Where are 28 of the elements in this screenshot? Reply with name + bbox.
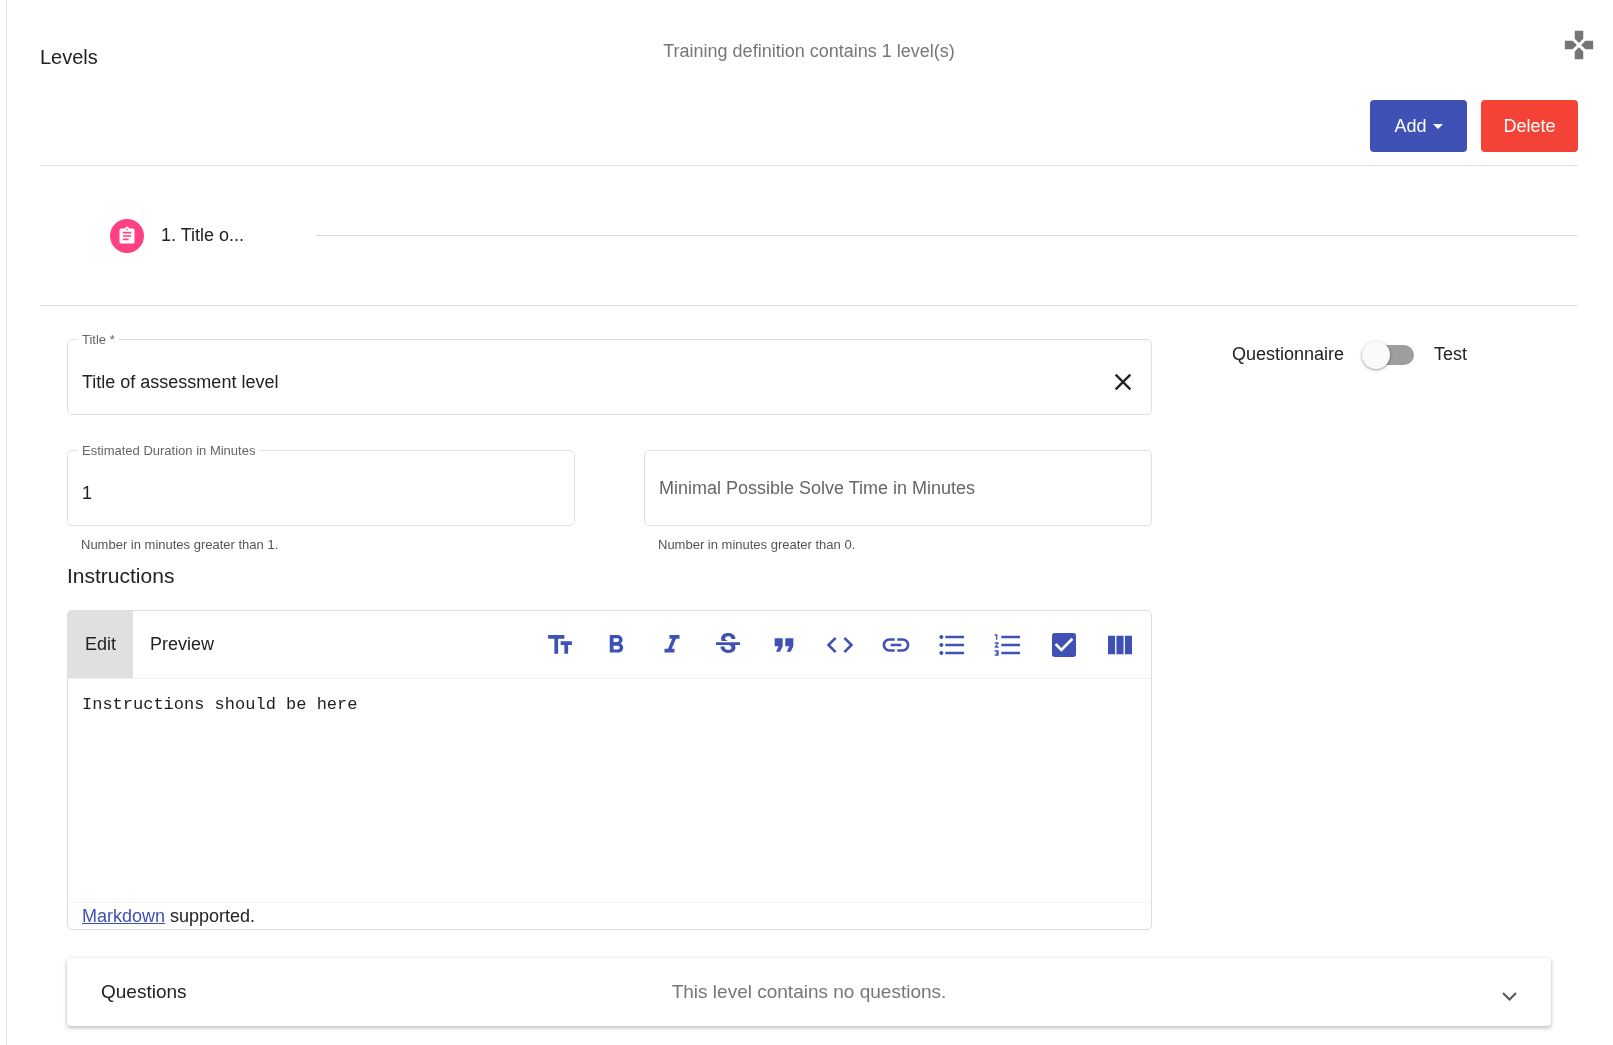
page-title: Levels	[40, 46, 99, 69]
chevron-icon	[1502, 991, 1517, 1001]
add-button[interactable]: Add	[1370, 100, 1467, 152]
toggle-label: Test	[1434, 344, 1468, 365]
field-hint: Number in minutes greater than 1.	[81, 537, 280, 552]
editor-tab[interactable]: Edit	[68, 611, 134, 678]
section-heading: Instructions	[67, 564, 176, 588]
gamepad-icon	[1562, 28, 1596, 62]
caret-icon	[1432, 123, 1443, 129]
field-label: Estimated Duration in Minutes	[78, 443, 260, 458]
markdown-link[interactable]: Markdown	[82, 906, 166, 926]
field-placeholder: Minimal Possible Solve Time in Minutes	[659, 477, 976, 499]
field-value: 1	[82, 482, 93, 504]
solve-time-field[interactable]: Minimal Possible Solve Time in Minutes	[644, 450, 1152, 526]
field-value: Title of assessment level	[82, 371, 280, 393]
clipboard-icon[interactable]	[110, 218, 144, 253]
markdown-note: Markdown supported.	[68, 902, 1151, 929]
delete-button[interactable]: Delete	[1481, 100, 1578, 152]
field-label: Title *	[78, 332, 119, 347]
panel-summary: This level contains no questions.	[671, 981, 947, 1003]
editor-text-area[interactable]: Instructions should be here	[68, 679, 1151, 902]
field-hint: Number in minutes greater than 0.	[658, 537, 857, 552]
panel-title: Questions	[101, 981, 188, 1003]
step-label[interactable]: 1. Title o...	[161, 225, 245, 246]
toggle-label: Questionnaire	[1232, 344, 1345, 365]
level-count-text: Training definition contains 1 level(s)	[663, 41, 955, 62]
editor-tab[interactable]: Preview	[133, 611, 232, 678]
questions-panel[interactable]: Questions This level contains no questions.	[67, 958, 1551, 1026]
